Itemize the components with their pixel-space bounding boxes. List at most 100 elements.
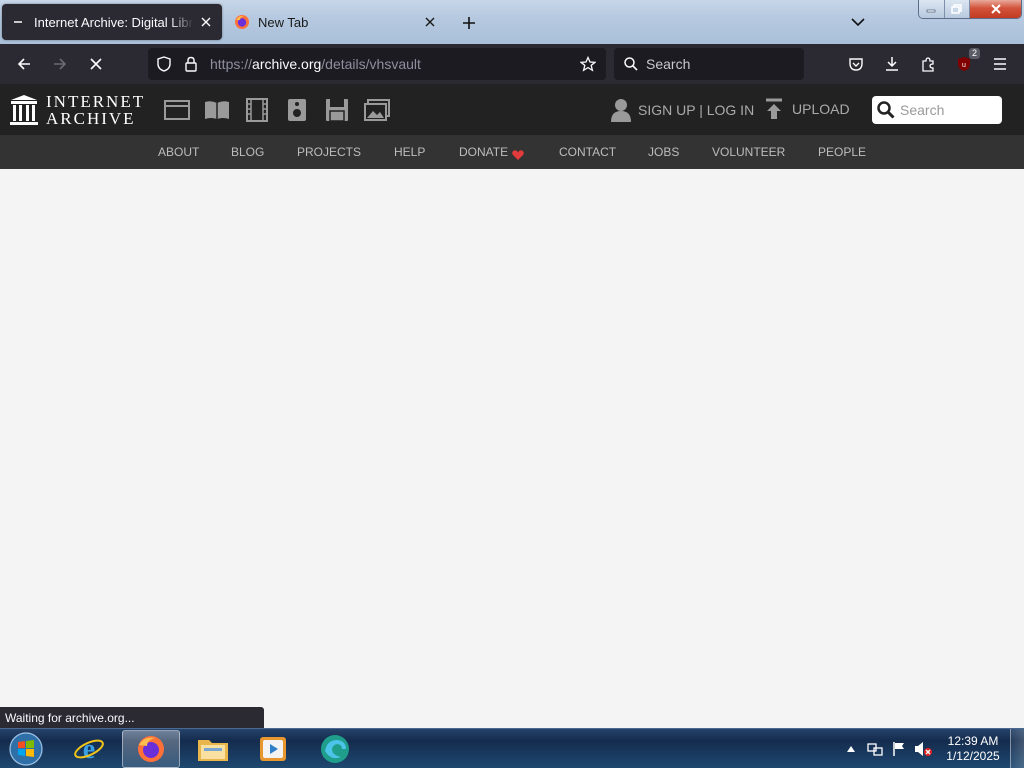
status-bar: Waiting for archive.org... <box>0 707 264 728</box>
ia-building-icon <box>10 95 38 125</box>
minimize-button[interactable] <box>919 0 945 18</box>
back-arrow-icon <box>17 58 30 70</box>
taskbar-internet-explorer[interactable]: e <box>60 730 118 768</box>
nav-jobs[interactable]: JOBS <box>648 145 679 159</box>
nav-donate[interactable]: DONATE <box>459 145 508 159</box>
system-clock[interactable]: 12:39 AM 1/12/2025 <box>940 734 1006 764</box>
back-button[interactable] <box>10 50 38 78</box>
software-icon[interactable] <box>323 96 351 124</box>
ia-favicon-icon <box>10 14 26 30</box>
action-center-flag-icon[interactable] <box>888 738 910 760</box>
stop-loading-button[interactable] <box>82 50 110 78</box>
system-tray <box>840 729 936 768</box>
pocket-icon <box>849 58 863 71</box>
close-tab-icon[interactable] <box>194 10 218 34</box>
puzzle-icon <box>922 57 934 72</box>
heart-icon <box>512 147 524 165</box>
ia-logo[interactable]: INTERNET ARCHIVE <box>10 93 145 127</box>
app-menu-button[interactable] <box>986 50 1014 78</box>
window-controls <box>918 0 1022 19</box>
browser-search-bar[interactable]: Search <box>614 48 804 80</box>
url-domain: archive.org <box>252 56 322 72</box>
clock-date: 1/12/2025 <box>946 749 1000 763</box>
url-text[interactable]: https://archive.org/details/vhsvault <box>210 56 421 72</box>
forward-button[interactable] <box>46 50 74 78</box>
file-explorer-icon <box>198 740 228 761</box>
firefox-icon <box>234 14 250 30</box>
user-icon <box>611 99 631 122</box>
ublock-extension-button[interactable]: u 2 <box>950 48 980 78</box>
ia-header: INTERNET ARCHIVE SIGN UP | LOG IN UPLOAD <box>0 84 1024 135</box>
network-icon[interactable] <box>864 738 886 760</box>
svg-text:e: e <box>83 734 95 765</box>
nav-volunteer[interactable]: VOLUNTEER <box>712 145 785 159</box>
show-hidden-icons-button[interactable] <box>840 738 862 760</box>
taskbar-firefox[interactable] <box>122 730 180 768</box>
svg-text:u: u <box>962 62 966 69</box>
internet-explorer-icon: e <box>74 734 104 765</box>
texts-icon[interactable] <box>203 96 231 124</box>
tab-new-tab[interactable]: New Tab <box>226 4 446 40</box>
tab-strip: Internet Archive: Digital Library New Ta… <box>0 0 1024 44</box>
sign-up-log-in-link[interactable]: SIGN UP | LOG IN <box>638 102 754 118</box>
bookmark-star-icon[interactable] <box>579 55 597 77</box>
upload-label: UPLOAD <box>792 101 850 117</box>
url-path: /details/vhsvault <box>321 56 421 72</box>
ia-wordmark-line1: INTERNET <box>46 92 146 111</box>
close-window-button[interactable] <box>970 0 1021 18</box>
media-player-icon <box>260 737 286 761</box>
ia-top-nav: ABOUT BLOG PROJECTS HELP DONATE CONTACT … <box>0 135 1024 169</box>
tracking-protection-icon[interactable] <box>156 56 172 77</box>
new-tab-button[interactable] <box>456 10 482 36</box>
web-icon[interactable] <box>163 96 191 124</box>
tab-internet-archive[interactable]: Internet Archive: Digital Library <box>2 4 222 40</box>
stop-icon <box>90 58 102 70</box>
search-icon[interactable] <box>877 101 895 119</box>
nav-about[interactable]: ABOUT <box>158 145 199 159</box>
url-bar[interactable]: https://archive.org/details/vhsvault <box>148 48 606 80</box>
hamburger-menu-icon <box>994 58 1006 70</box>
account-menu[interactable]: SIGN UP | LOG IN <box>610 98 754 122</box>
download-icon <box>886 57 898 71</box>
close-tab-icon[interactable] <box>418 10 442 34</box>
browser-search-placeholder: Search <box>646 56 691 72</box>
forward-arrow-icon <box>54 58 67 70</box>
restore-button[interactable] <box>944 0 971 18</box>
chevron-up-icon <box>847 746 855 752</box>
nav-contact[interactable]: CONTACT <box>559 145 616 159</box>
plus-icon <box>463 17 475 29</box>
nav-blog[interactable]: BLOG <box>231 145 264 159</box>
ia-search-box[interactable] <box>872 96 1002 124</box>
extension-badge: 2 <box>968 48 980 59</box>
windows-start-orb-icon <box>9 732 43 766</box>
ia-search-input[interactable] <box>900 102 996 118</box>
url-scheme: https:// <box>210 56 253 72</box>
nav-help[interactable]: HELP <box>394 145 425 159</box>
pocket-button[interactable] <box>842 50 870 78</box>
taskbar-file-explorer[interactable] <box>184 730 242 768</box>
downloads-button[interactable] <box>878 50 906 78</box>
upload-button[interactable]: UPLOAD <box>764 98 850 120</box>
volume-muted-icon[interactable] <box>912 738 934 760</box>
chevron-down-icon <box>851 18 865 27</box>
ia-wordmark: INTERNET ARCHIVE <box>46 93 145 127</box>
firefox-icon <box>138 736 164 762</box>
tab-title: New Tab <box>258 14 309 30</box>
navigation-toolbar: https://archive.org/details/vhsvault Sea… <box>0 44 1024 84</box>
search-icon <box>624 57 638 71</box>
images-icon[interactable] <box>363 96 391 124</box>
nav-projects[interactable]: PROJECTS <box>297 145 361 159</box>
lock-icon[interactable] <box>184 56 198 77</box>
clock-time: 12:39 AM <box>947 734 999 748</box>
video-icon[interactable] <box>243 96 271 124</box>
list-all-tabs-button[interactable] <box>846 10 870 34</box>
taskbar-media-player[interactable] <box>244 730 302 768</box>
windows-taskbar: e 12:39 AM 1/12/2025 <box>0 728 1024 768</box>
show-desktop-button[interactable] <box>1010 729 1024 768</box>
nav-people[interactable]: PEOPLE <box>818 145 866 159</box>
start-button[interactable] <box>6 730 46 768</box>
taskbar-edge[interactable] <box>306 730 364 768</box>
page-content-area <box>0 169 1024 728</box>
audio-icon[interactable] <box>283 96 311 124</box>
extensions-button[interactable] <box>914 50 942 78</box>
